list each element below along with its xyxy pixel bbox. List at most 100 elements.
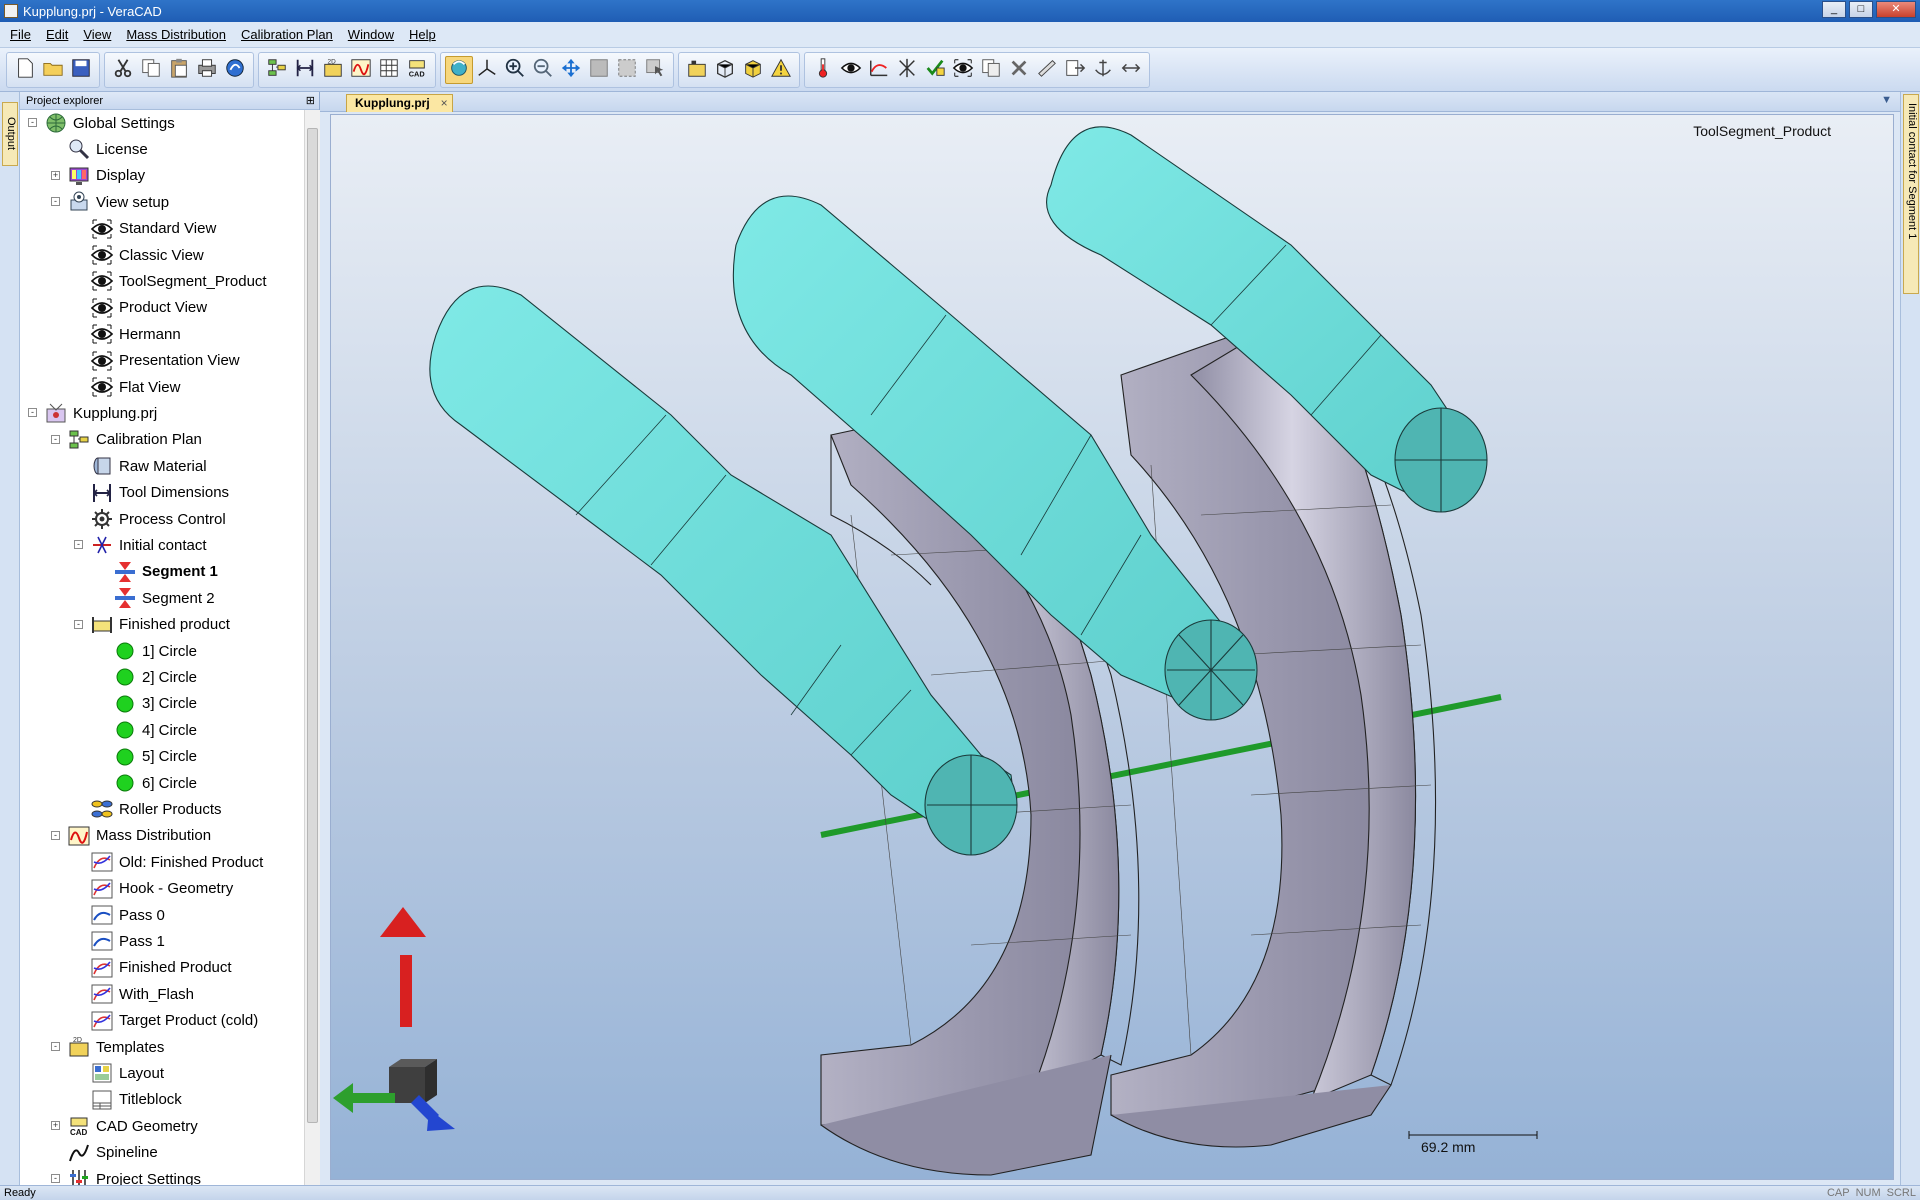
thermometer-button[interactable]	[809, 56, 837, 84]
tree-item-segment-1[interactable]: Segment 1	[113, 559, 218, 585]
collapse-icon[interactable]: -	[51, 434, 60, 444]
cross-button[interactable]	[893, 56, 921, 84]
tree-item-pass-1[interactable]: Pass 1	[90, 928, 165, 954]
pan-button[interactable]	[557, 56, 585, 84]
view-2d-button[interactable]	[683, 56, 711, 84]
tree-item-finished-product[interactable]: Finished Product	[90, 955, 232, 981]
tree-item-view-setup[interactable]: View setup	[67, 189, 169, 215]
tree-item-toolsegment-product[interactable]: ToolSegment_Product	[90, 268, 267, 294]
tree-item-process-control[interactable]: Process Control	[90, 506, 226, 532]
tree-item-finished-product[interactable]: Finished product	[90, 612, 230, 638]
tree-item-layout[interactable]: Layout	[90, 1060, 164, 1086]
tree-item-mass-distribution[interactable]: Mass Distribution	[67, 823, 211, 849]
3d-viewport[interactable]: ToolSegment_Product 69.2 mm	[330, 114, 1894, 1180]
output-tab[interactable]: Output	[2, 102, 18, 166]
tree-item-2-circle[interactable]: 2] Circle	[113, 664, 197, 690]
tree-item-3-circle[interactable]: 3] Circle	[113, 691, 197, 717]
menu-file[interactable]: File	[10, 27, 31, 42]
delete-button[interactable]	[1005, 56, 1033, 84]
collapse-icon[interactable]: -	[74, 619, 83, 629]
close-button[interactable]: ✕	[1876, 1, 1916, 18]
eye-menu-button[interactable]	[837, 56, 865, 84]
cad-button[interactable]: CAD	[403, 56, 431, 84]
cut-button[interactable]	[109, 56, 137, 84]
tree-item-display[interactable]: Display	[67, 163, 145, 189]
initial-contact-segment-tab[interactable]: Initial contact for Segment 1	[1903, 94, 1919, 294]
copy-button[interactable]	[137, 56, 165, 84]
select-box-button[interactable]	[585, 56, 613, 84]
zoom-in-button[interactable]	[501, 56, 529, 84]
pin-icon[interactable]: ⊞	[306, 92, 315, 110]
menu-view[interactable]: View	[83, 27, 111, 42]
mass-distribution-button[interactable]	[347, 56, 375, 84]
measure-button[interactable]	[1033, 56, 1061, 84]
tree-item-product-view[interactable]: Product View	[90, 295, 207, 321]
tree-item-cad-geometry[interactable]: CAD CAD Geometry	[67, 1113, 198, 1139]
tree-scrollbar[interactable]	[304, 110, 320, 1185]
tree-item-spineline[interactable]: Spineline	[67, 1140, 158, 1166]
tree-item-6-circle[interactable]: 6] Circle	[113, 770, 197, 796]
tree-item-old-finished-product[interactable]: Old: Finished Product	[90, 849, 263, 875]
maximize-button[interactable]: □	[1849, 1, 1873, 18]
tree-item-5-circle[interactable]: 5] Circle	[113, 744, 197, 770]
minimize-button[interactable]: _	[1822, 1, 1846, 18]
collapse-icon[interactable]: -	[51, 197, 60, 207]
menu-edit[interactable]: Edit	[46, 27, 68, 42]
tree-item-initial-contact[interactable]: Initial contact	[90, 532, 207, 558]
tree-item-raw-material[interactable]: Raw Material	[90, 453, 207, 479]
tree-item-hook-geometry[interactable]: Hook - Geometry	[90, 876, 233, 902]
rotate-button[interactable]	[445, 55, 473, 84]
collapse-icon[interactable]: -	[51, 830, 60, 840]
help-button[interactable]	[221, 56, 249, 84]
document-list-icon[interactable]: ▼	[1881, 94, 1892, 106]
templates-button[interactable]: 2D	[319, 56, 347, 84]
tree-item-tool-dimensions[interactable]: Tool Dimensions	[90, 480, 229, 506]
tree-item-kupplung-prj[interactable]: Kupplung.prj	[44, 400, 157, 426]
open-folder-button[interactable]	[39, 56, 67, 84]
anchor-button[interactable]	[1089, 56, 1117, 84]
tree-item-project-settings[interactable]: Project Settings	[67, 1166, 201, 1185]
collapse-icon[interactable]: -	[28, 118, 37, 127]
menu-window[interactable]: Window	[348, 27, 394, 42]
tree-item-classic-view[interactable]: Classic View	[90, 242, 204, 268]
tree-item-calibration-plan[interactable]: Calibration Plan	[67, 427, 202, 453]
scrollbar-thumb[interactable]	[307, 128, 318, 1123]
tree-item-roller-products[interactable]: Roller Products	[90, 796, 222, 822]
tree-item-templates[interactable]: 2D Templates	[67, 1034, 164, 1060]
menu-mass-distribution[interactable]: Mass Distribution	[126, 27, 226, 42]
calibration-plan-button[interactable]	[263, 56, 291, 84]
tree-item-flat-view[interactable]: Flat View	[90, 374, 180, 400]
tree-item-pass-0[interactable]: Pass 0	[90, 902, 165, 928]
collapse-icon[interactable]: -	[28, 408, 37, 418]
tree-item-presentation-view[interactable]: Presentation View	[90, 348, 240, 374]
tab-close-icon[interactable]: ×	[441, 95, 448, 111]
settings-arrows-button[interactable]	[1117, 56, 1145, 84]
tree-item-target-product-cold[interactable]: Target Product (cold)	[90, 1008, 258, 1034]
tree-item-global-settings[interactable]: Global Settings	[44, 110, 175, 136]
paste-button[interactable]	[165, 56, 193, 84]
print-button[interactable]	[193, 56, 221, 84]
menu-calibration-plan[interactable]: Calibration Plan	[241, 27, 333, 42]
tree-item-segment-2[interactable]: Segment 2	[113, 585, 215, 611]
tree-item-4-circle[interactable]: 4] Circle	[113, 717, 197, 743]
expand-icon[interactable]: +	[51, 170, 60, 180]
tree-item-with-flash[interactable]: With_Flash	[90, 981, 194, 1007]
select-arrow-button[interactable]	[641, 56, 669, 84]
wireframe-cube-button[interactable]	[711, 56, 739, 84]
table-button[interactable]	[375, 56, 403, 84]
zoom-out-button[interactable]	[529, 56, 557, 84]
cad-scene[interactable]	[331, 115, 1894, 1180]
tree-item-1-circle[interactable]: 1] Circle	[113, 638, 197, 664]
export-button[interactable]	[1061, 56, 1089, 84]
tool-dimensions-button[interactable]	[291, 56, 319, 84]
select-region-button[interactable]	[613, 56, 641, 84]
tab-kupplung-prj[interactable]: Kupplung.prj ×	[346, 94, 453, 112]
menu-help[interactable]: Help	[409, 27, 436, 42]
collapse-icon[interactable]: -	[51, 1042, 60, 1051]
tree-item-titleblock[interactable]: Titleblock	[90, 1087, 182, 1113]
eye-button[interactable]	[949, 56, 977, 84]
warning-button[interactable]	[767, 56, 795, 84]
solid-cube-button[interactable]	[739, 56, 767, 84]
collapse-icon[interactable]: -	[74, 540, 83, 550]
save-button[interactable]	[67, 56, 95, 84]
